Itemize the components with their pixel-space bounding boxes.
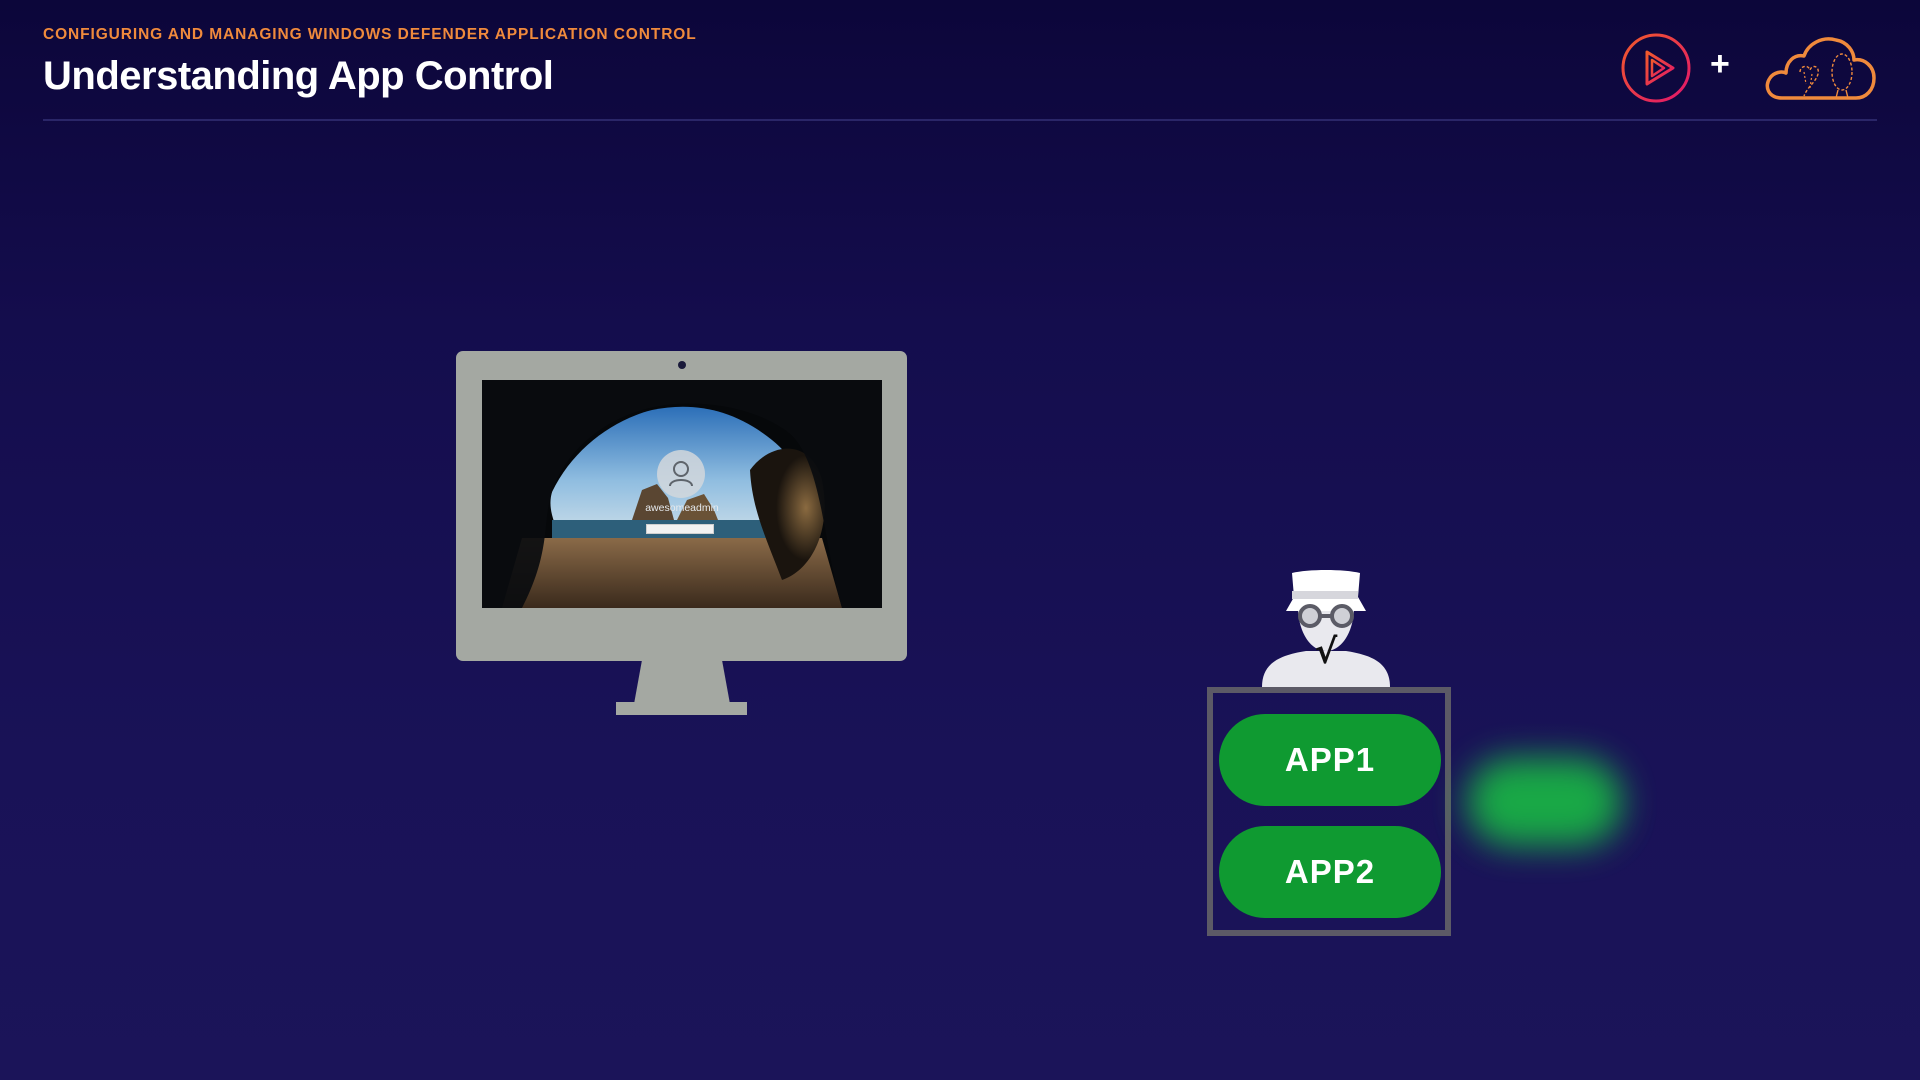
app2-button[interactable]: APP2 <box>1219 826 1441 918</box>
desktop-monitor: awesomeadmin <box>456 351 907 716</box>
slide-title: Understanding App Control <box>43 54 554 98</box>
user-avatar-icon <box>657 450 705 498</box>
check-mark: √ <box>1315 632 1338 672</box>
cloud-logo-icon <box>1765 37 1876 100</box>
app1-button[interactable]: APP1 <box>1219 714 1441 806</box>
spy-admin-icon: √ <box>1262 570 1390 687</box>
webcam-icon <box>678 361 686 369</box>
brand-logos: + <box>1620 28 1880 108</box>
login-username: awesomeadmin <box>645 502 719 514</box>
password-field[interactable] <box>646 524 714 534</box>
slide-header: CONFIGURING AND MANAGING WINDOWS DEFENDE… <box>43 26 697 99</box>
plus-sign: + <box>1710 45 1730 83</box>
windows-login-screen: awesomeadmin <box>482 380 882 608</box>
play-logo-icon <box>1621 33 1691 103</box>
monitor-stand <box>616 660 747 715</box>
blurred-app-icon <box>1467 758 1622 846</box>
monitor-bezel: awesomeadmin <box>456 351 907 661</box>
allowed-apps-box: APP1 APP2 <box>1207 687 1451 936</box>
header-divider <box>43 119 1877 121</box>
course-subtitle: CONFIGURING AND MANAGING WINDOWS DEFENDE… <box>43 26 697 43</box>
